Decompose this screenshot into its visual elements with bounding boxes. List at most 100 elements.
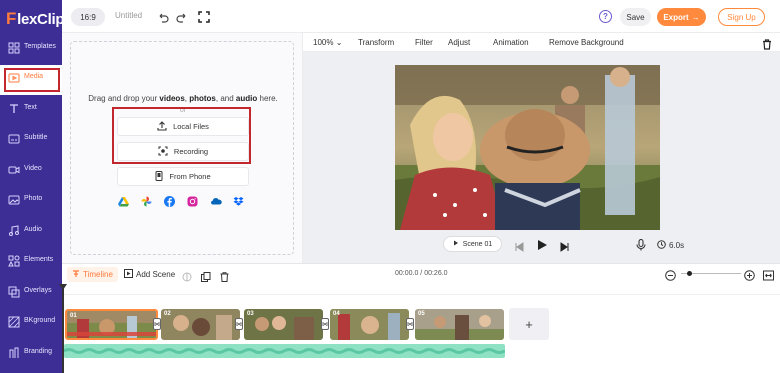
sidebar-item-templates[interactable]: Templates	[0, 35, 62, 65]
phone-icon	[155, 170, 163, 183]
facebook-icon[interactable]	[164, 194, 175, 207]
play-icon[interactable]	[537, 238, 548, 256]
media-highlight-box	[4, 68, 60, 92]
skip-forward-icon[interactable]	[560, 239, 570, 257]
timeline-clip[interactable]: 05	[415, 309, 504, 340]
aspect-ratio-button[interactable]: 16:9	[71, 8, 105, 26]
drop-text-videos: videos	[159, 94, 185, 103]
sidebar-item-overlays[interactable]: Overlays	[0, 279, 62, 309]
delete-icon[interactable]	[762, 37, 772, 50]
filter-button[interactable]: Filter	[415, 38, 433, 47]
redo-icon[interactable]	[176, 10, 188, 23]
sidebar-item-label: Video	[24, 165, 42, 172]
timeline-tracks: 01 ⋈ 02 ⋈ 03 ⋈ 04 ⋈ 05 +	[59, 284, 780, 373]
remove-background-button[interactable]: Remove Background	[549, 38, 624, 47]
sidebar-item-label: BKground	[24, 317, 56, 324]
clip-number: 04	[333, 311, 340, 317]
export-button[interactable]: Export →	[657, 8, 706, 26]
sidebar-item-label: Photo	[24, 195, 43, 202]
sidebar-item-label: Audio	[24, 226, 42, 233]
playback-controls: Scene 01	[443, 235, 643, 253]
sidebar-item-video[interactable]: Video	[0, 157, 62, 187]
fullscreen-icon[interactable]	[198, 10, 210, 23]
add-scene-plus-button[interactable]: +	[509, 308, 549, 340]
transition-icon[interactable]: ⋈	[153, 318, 161, 330]
cloud-sources	[118, 194, 244, 207]
timeline-playhead[interactable]	[59, 284, 67, 373]
timeline-clip[interactable]: 02	[161, 309, 240, 340]
drop-text-audio: audio	[235, 94, 258, 103]
elements-icon	[8, 254, 20, 267]
undo-icon[interactable]	[157, 10, 169, 23]
zoom-value: 100%	[313, 38, 334, 47]
transform-button[interactable]: Transform	[358, 38, 394, 47]
from-phone-button[interactable]: From Phone	[117, 167, 249, 186]
sidebar-item-label: Text	[24, 104, 37, 111]
timeline-clip[interactable]: 03	[244, 309, 323, 340]
logo-mark: F	[6, 9, 17, 28]
preview-area: Scene 01 6.0s	[303, 52, 780, 263]
timeline-clip[interactable]: 01	[65, 309, 158, 340]
scene-selector[interactable]: Scene 01	[443, 236, 502, 252]
sidebar-item-elements[interactable]: Elements	[0, 248, 62, 278]
timeline-header: Timeline Add Scene 00:00.0 / 00:26.0	[62, 263, 780, 284]
sidebar-item-branding[interactable]: Branding	[0, 340, 62, 370]
help-icon[interactable]: ?	[599, 10, 612, 23]
clock-icon	[657, 240, 666, 251]
timeline-tab[interactable]: Timeline	[67, 267, 118, 282]
save-button[interactable]: Save	[620, 8, 651, 26]
dropbox-icon[interactable]	[233, 194, 244, 206]
sidebar-item-subtitle[interactable]: Subtitle	[0, 126, 62, 156]
timeline-clip[interactable]: 04	[330, 309, 409, 340]
instagram-icon[interactable]	[187, 194, 198, 207]
zoom-dropdown[interactable]: 100% ⌄	[313, 38, 342, 47]
upload-options-highlight-box	[112, 107, 251, 164]
audio-waveform	[64, 348, 505, 354]
add-scene-button[interactable]: Add Scene	[124, 269, 175, 280]
clip-number: 05	[418, 311, 425, 317]
sidebar-item-label: Branding	[24, 348, 53, 355]
sidebar-item-photo[interactable]: Photo	[0, 187, 62, 217]
timeline-ruler[interactable]	[64, 287, 780, 295]
scene-preview-image[interactable]	[395, 65, 660, 230]
export-label: Export	[663, 12, 689, 22]
microphone-icon[interactable]	[636, 238, 646, 251]
sidebar: F lexClip Templates Media Text Subtitle …	[0, 0, 64, 373]
timeline-zoom	[665, 268, 775, 281]
add-scene-label: Add Scene	[136, 270, 176, 279]
drop-text-photos: photos	[189, 94, 216, 103]
project-title[interactable]: Untitled	[115, 11, 142, 20]
zoom-slider-handle[interactable]	[687, 271, 692, 276]
sidebar-item-bkground[interactable]: BKground	[0, 309, 62, 339]
plus-icon: +	[525, 316, 533, 332]
sign-up-button[interactable]: Sign Up	[718, 8, 765, 26]
drop-text-prefix: Drag and drop your	[88, 94, 158, 103]
transition-icon[interactable]: ⋈	[406, 318, 414, 330]
audio-track[interactable]	[64, 344, 505, 358]
timeline-icon	[72, 269, 80, 280]
scene-label: Scene 01	[462, 240, 493, 248]
media-panel: Drag and drop your videos, photos, and a…	[62, 33, 303, 263]
sidebar-item-audio[interactable]: Audio	[0, 218, 62, 248]
google-drive-icon[interactable]	[118, 194, 129, 207]
clip-number: 02	[164, 311, 171, 317]
onedrive-icon[interactable]	[210, 194, 222, 205]
arrow-right-icon: →	[691, 12, 700, 22]
clip-number: 01	[70, 313, 77, 319]
scene-duration[interactable]: 6.0s	[657, 240, 684, 251]
flexclip-logo[interactable]: F lexClip	[6, 9, 64, 29]
transition-icon[interactable]: ⋈	[321, 318, 329, 330]
from-phone-label: From Phone	[169, 172, 211, 181]
sidebar-item-label: Overlays	[24, 287, 52, 294]
skip-back-icon[interactable]	[514, 239, 524, 257]
animation-button[interactable]: Animation	[493, 38, 529, 47]
sidebar-item-text[interactable]: Text	[0, 96, 62, 126]
sidebar-item-label: Elements	[24, 256, 54, 263]
play-small-icon	[453, 240, 459, 248]
overlays-icon	[8, 285, 20, 298]
transition-icon[interactable]: ⋈	[235, 318, 243, 330]
add-scene-icon	[124, 269, 133, 280]
duration-value: 6.0s	[669, 241, 685, 250]
adjust-button[interactable]: Adjust	[448, 38, 470, 47]
google-photos-icon[interactable]	[141, 194, 152, 207]
